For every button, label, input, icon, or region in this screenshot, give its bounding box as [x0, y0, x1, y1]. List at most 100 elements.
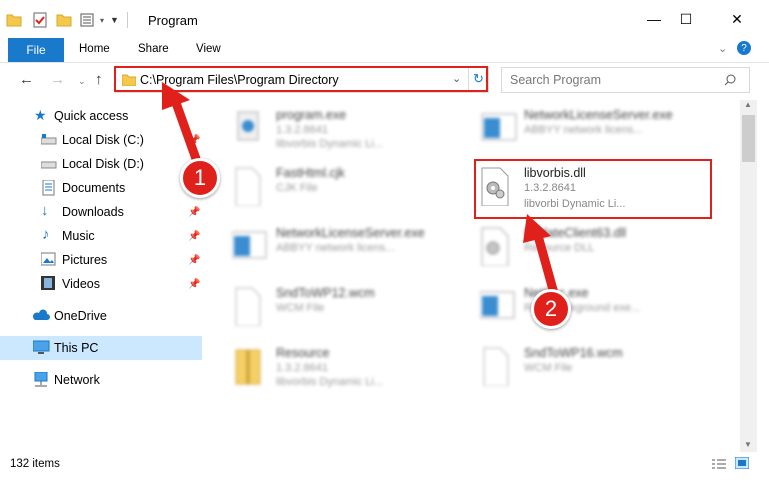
search-box[interactable]: Search Program	[501, 67, 750, 93]
sidebar-item-label: Videos	[62, 277, 100, 291]
file-item[interactable]: SndToWP16.wcm WCM File	[458, 340, 698, 396]
back-arrow-icon[interactable]: ←	[19, 71, 34, 88]
sidebar-item-this-pc[interactable]: This PC	[0, 336, 202, 360]
callout-2: 2	[531, 289, 571, 329]
properties-icon[interactable]	[32, 12, 48, 28]
sidebar-item-pictures[interactable]: Pictures 📌	[0, 248, 202, 272]
window-title: Program	[148, 13, 198, 28]
file-type: WCM File	[524, 362, 573, 374]
tab-share[interactable]: Share	[138, 43, 169, 55]
file-name: FastHtml.cjk	[276, 166, 345, 180]
search-input[interactable]: Search Program	[510, 73, 601, 87]
scrollbar-thumb[interactable]	[742, 115, 755, 162]
download-arrow-icon: ↓	[41, 202, 49, 219]
file-item[interactable]: program.exe 1.3.2.8641 libvorbis Dynamic…	[210, 102, 450, 158]
large-icons-view-icon[interactable]	[735, 457, 749, 469]
sidebar-item-downloads[interactable]: ↓ Downloads 📌	[0, 200, 202, 224]
sidebar-item-network[interactable]: Network	[0, 368, 202, 392]
file-type: CJK File	[276, 182, 318, 194]
scroll-down-icon[interactable]: ▼	[744, 440, 752, 449]
file-description: libvorbis Dynamic Li...	[276, 376, 383, 388]
scroll-up-icon[interactable]: ▲	[744, 100, 752, 109]
file-version: 1.3.2.8641	[276, 124, 328, 136]
sidebar-item-label: Quick access	[54, 109, 129, 123]
computer-icon	[33, 340, 50, 354]
help-icon[interactable]: ?	[737, 41, 751, 55]
file-item[interactable]: NetworkLicenseServer.exe ABBYY network l…	[458, 102, 698, 158]
film-icon	[41, 276, 55, 290]
tab-home[interactable]: Home	[79, 43, 110, 55]
pin-icon[interactable]: 📌	[188, 255, 200, 266]
sidebar-item-onedrive[interactable]: OneDrive	[0, 304, 202, 328]
network-icon	[34, 372, 48, 387]
file-name: NetworkLicenseServer.exe	[524, 108, 673, 122]
navigation-pane: ★ Quick access Local Disk (C:) 📌 Local D…	[0, 100, 205, 450]
title-bar: ▾ ▼ Program — ☐ ✕	[0, 0, 769, 38]
maximize-button[interactable]: ☐	[663, 0, 709, 38]
blank-file-icon	[235, 287, 261, 326]
vertical-scrollbar[interactable]: ▲ ▼	[740, 100, 757, 452]
file-item[interactable]: FastHtml.cjk CJK File	[210, 160, 450, 216]
details-view-icon[interactable]	[712, 458, 726, 470]
view-options-icon[interactable]	[80, 12, 98, 28]
file-name: SndToWP16.wcm	[524, 346, 623, 360]
file-item[interactable]: NetSec.exe Runs background exe...	[458, 280, 698, 336]
new-folder-icon[interactable]	[56, 12, 72, 28]
file-list: program.exe 1.3.2.8641 libvorbis Dynamic…	[210, 100, 740, 450]
recent-locations-icon[interactable]: ⌄	[78, 76, 86, 87]
sidebar-item-label: Pictures	[62, 253, 108, 267]
file-type: ABBYY network licens...	[524, 124, 643, 136]
file-item[interactable]: NetworkLicenseServer.exe ABBYY network l…	[210, 220, 450, 276]
star-icon: ★	[34, 107, 47, 123]
file-highlight-box	[474, 159, 712, 219]
file-name: NetworkLicenseServer.exe	[276, 226, 425, 240]
file-item[interactable]: UpdateClient63.dll Resource DLL	[458, 220, 698, 276]
exe-icon	[237, 111, 259, 141]
file-name: UpdateClient63.dll	[524, 226, 627, 240]
folder-icon[interactable]	[6, 12, 22, 28]
window-app-icon	[480, 291, 515, 319]
file-version: 1.3.2.8641	[276, 362, 328, 374]
pin-icon[interactable]: 📌	[188, 279, 200, 290]
archive-icon	[235, 349, 261, 385]
file-name: Resource	[276, 346, 330, 360]
ribbon: File Home Share View ⌄ ?	[0, 38, 769, 63]
up-arrow-icon[interactable]: ↑	[95, 71, 103, 88]
forward-arrow-icon[interactable]: →	[50, 71, 65, 88]
pictures-icon	[41, 252, 56, 266]
music-note-icon: ♪	[42, 226, 50, 243]
sidebar-item-music[interactable]: ♪ Music 📌	[0, 224, 202, 248]
file-tab[interactable]: File	[8, 38, 64, 62]
quick-access-toolbar: ▾ ▼	[6, 10, 128, 30]
drive-icon	[41, 134, 57, 145]
pin-icon[interactable]: 📌	[188, 207, 200, 218]
customize-toolbar-icon[interactable]: ▼	[110, 15, 119, 25]
tab-view[interactable]: View	[196, 43, 221, 55]
blank-file-icon	[235, 167, 261, 206]
pin-icon[interactable]: 📌	[188, 231, 200, 242]
item-count: 132 items	[10, 458, 60, 470]
sidebar-item-local-disk-d[interactable]: Local Disk (D:) 📌	[0, 152, 202, 176]
file-item[interactable]: SndToWP12.wcm WCM File	[210, 280, 450, 336]
dll-gear-icon	[481, 227, 509, 266]
close-button[interactable]: ✕	[714, 0, 760, 38]
sidebar-item-label: Documents	[62, 181, 126, 195]
drive-icon	[41, 161, 57, 169]
documents-icon	[42, 180, 55, 196]
sidebar-item-videos[interactable]: Videos 📌	[0, 272, 202, 296]
sidebar-item-label: This PC	[54, 341, 99, 355]
sidebar-item-label: Local Disk (C:)	[62, 133, 144, 147]
expand-ribbon-icon[interactable]: ⌄	[718, 42, 727, 55]
file-name: program.exe	[276, 108, 347, 122]
sidebar-item-quick-access[interactable]: ★ Quick access	[0, 104, 202, 128]
sidebar-item-local-disk-c[interactable]: Local Disk (C:) 📌	[0, 128, 202, 152]
sidebar-item-documents[interactable]: Documents 📌	[0, 176, 202, 200]
sidebar-item-label: Local Disk (D:)	[62, 157, 144, 171]
search-icon[interactable]	[724, 74, 736, 86]
chevron-down-icon[interactable]: ▾	[100, 16, 104, 25]
sidebar-item-label: Downloads	[62, 205, 124, 219]
file-type: Resource DLL	[524, 242, 595, 254]
file-item[interactable]: Resource 1.3.2.8641 libvorbis Dynamic Li…	[210, 340, 450, 396]
pin-icon[interactable]: 📌	[188, 135, 200, 146]
sidebar-item-label: Music	[62, 229, 95, 243]
